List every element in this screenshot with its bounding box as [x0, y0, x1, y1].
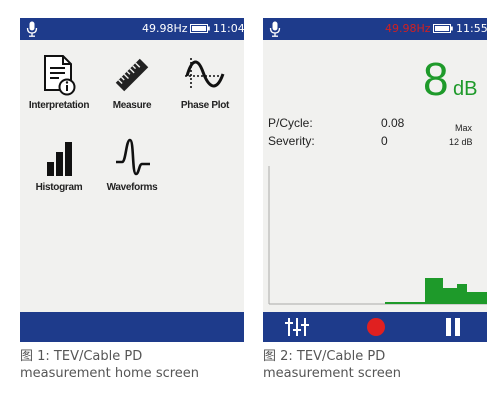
severity-value: 0	[381, 134, 388, 148]
figure-caption-1: 图 1: TEV/Cable PD measurement home scree…	[20, 348, 199, 382]
clock: 11:55	[456, 22, 488, 35]
menu-label: Measure	[112, 100, 152, 111]
menu-label: Phase Plot	[180, 100, 230, 111]
level-graph	[268, 166, 487, 305]
menu-label: Histogram	[35, 182, 83, 193]
db-value: 8	[423, 53, 449, 105]
caption-line: measurement screen	[263, 366, 402, 381]
waveform-icon	[116, 138, 150, 176]
status-bar: 49.98Hz 11:04	[20, 18, 245, 40]
measurement-screen: 49.98Hz 11:55 8 dB P/Cycle: 0.08 Severit…	[263, 18, 488, 342]
microphone-icon	[269, 21, 281, 37]
battery-icon	[190, 24, 210, 33]
pcycle-label: P/Cycle:	[268, 116, 313, 130]
pcycle-value: 0.08	[381, 116, 405, 130]
frequency-readout: 49.98Hz	[385, 22, 431, 35]
caption-line: measurement home screen	[20, 366, 200, 381]
db-reading: 8 dB	[423, 54, 478, 104]
phase-wave-icon	[185, 58, 225, 90]
menu-waveforms[interactable]: Waveforms	[93, 138, 171, 193]
max-value: 12 dB	[449, 137, 473, 147]
menu-label: Interpretation	[28, 100, 90, 111]
frequency-readout: 49.98Hz	[142, 22, 188, 35]
figure-caption-2: 图 2: TEV/Cable PD measurement screen	[263, 348, 401, 382]
document-info-icon	[44, 55, 76, 96]
menu-measure[interactable]: Measure	[93, 54, 171, 111]
bar-chart-icon	[47, 142, 72, 176]
pause-icon[interactable]	[443, 317, 463, 337]
ruler-icon	[115, 58, 149, 92]
caption-line: 图 2: TEV/Cable PD	[263, 349, 386, 364]
record-icon[interactable]	[366, 317, 386, 337]
status-bar: 49.98Hz 11:55	[263, 18, 488, 40]
home-screen: 49.98Hz 11:04 Interpretation Measure Pha…	[20, 18, 245, 342]
menu-phase-plot[interactable]: Phase Plot	[166, 54, 244, 111]
microphone-icon	[26, 21, 38, 37]
graph-bars	[425, 278, 487, 304]
settings-sliders-icon[interactable]	[285, 317, 309, 337]
db-unit: dB	[453, 78, 478, 100]
battery-icon	[433, 24, 453, 33]
control-bar	[263, 312, 487, 342]
caption-line: 图 1: TEV/Cable PD	[20, 349, 143, 364]
menu-histogram[interactable]: Histogram	[20, 138, 98, 193]
menu-label: Waveforms	[106, 182, 158, 193]
menu-interpretation[interactable]: Interpretation	[20, 54, 98, 111]
severity-label: Severity:	[268, 134, 315, 148]
max-label: Max	[455, 123, 473, 133]
clock: 11:04	[213, 22, 245, 35]
bottom-bar	[20, 312, 244, 342]
